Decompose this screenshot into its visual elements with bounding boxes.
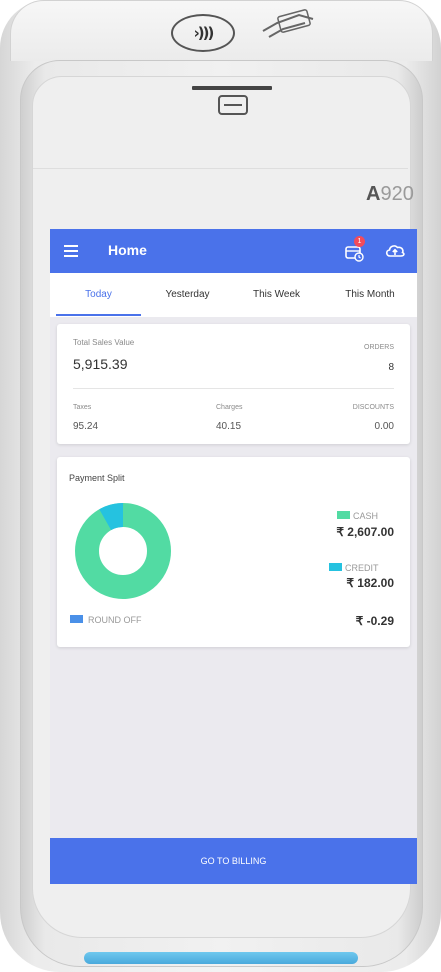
donut-slice-credit [99,503,124,531]
total-sales-value: 5,915.39 [73,356,128,372]
go-to-billing-button[interactable]: GO TO BILLING [50,838,417,884]
charges-value: 40.15 [216,421,242,432]
notification-badge: 1 [354,236,365,247]
cloud-upload-icon[interactable] [384,241,406,261]
charges-label: Charges [216,404,243,411]
contactless-card-icon [262,9,314,38]
cash-swatch [337,511,350,519]
top-app-bar: Home 1 [50,229,417,273]
sales-summary-card: Total Sales Value 5,915.39 ORDERS 8 Taxe… [57,324,410,444]
printer-slot [192,86,272,90]
app-screen: Home 1 Today Yesterday This Week This Mo… [50,229,417,884]
cash-amount: ₹ 2,607.00 [336,525,394,539]
orders-value: 8 [388,362,394,373]
tab-this-week[interactable]: This Week [234,273,319,317]
page-title: Home [108,242,147,258]
round-off-swatch [70,615,83,623]
total-sales-label: Total Sales Value [73,338,135,347]
sales-divider [73,388,394,389]
donut-slice-cash [75,503,171,599]
credit-label: CREDIT [345,563,379,573]
hamburger-menu-icon[interactable] [64,245,78,257]
round-off-amount: ₹ -0.29 [355,614,394,628]
round-off-label: ROUND OFF [88,615,142,625]
payment-split-card: Payment Split CASH ₹ 2,607.00 CREDIT ₹ 1… [57,457,410,647]
credit-amount: ₹ 182.00 [346,576,394,590]
period-tabs: Today Yesterday This Week This Month [50,273,417,317]
payment-donut-chart [75,503,171,599]
orders-label: ORDERS [364,344,394,351]
tab-today[interactable]: Today [56,273,141,317]
screen-divider [33,168,408,169]
tab-this-month[interactable]: This Month [323,273,417,317]
taxes-label: Taxes [73,404,92,411]
discounts-label: DISCOUNTS [352,404,394,411]
tab-yesterday[interactable]: Yesterday [145,273,230,317]
active-tab-indicator [56,314,141,316]
printer-icon [218,95,248,115]
credit-swatch [329,563,342,571]
contactless-icon: ›))) [171,14,235,52]
taxes-value: 95.24 [73,421,99,432]
discounts-value: 0.00 [374,421,394,432]
payment-split-title: Payment Split [69,473,125,483]
status-light-bar [84,952,358,964]
cash-label: CASH [353,511,379,521]
model-label: A920 [366,183,414,205]
device-top-cap: ›))) [10,0,433,61]
